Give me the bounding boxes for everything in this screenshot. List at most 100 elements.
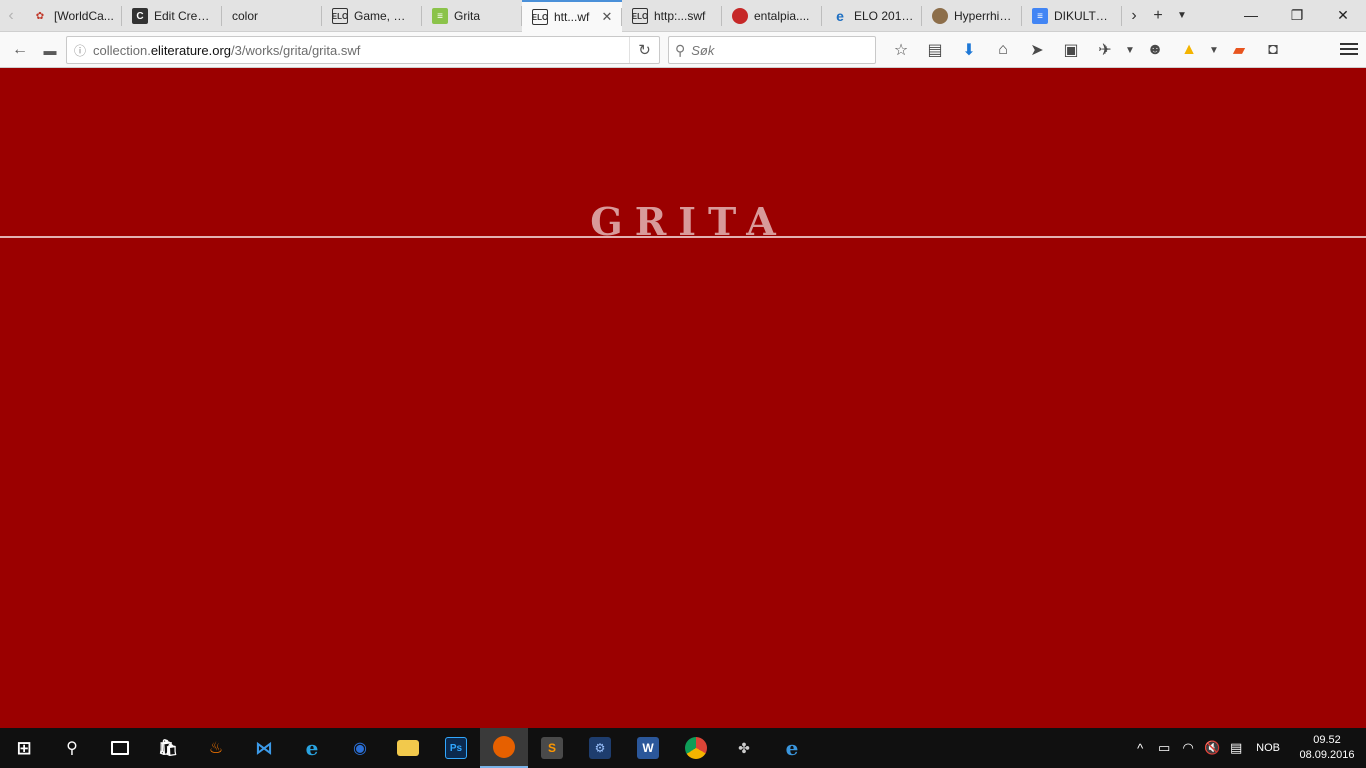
task-view-icon [111,741,129,755]
send-icon[interactable]: ➤ [1020,36,1054,64]
chrome-icon [685,737,707,759]
address-bar[interactable]: ⓘ collection.eliterature.org/3/works/gri… [66,36,660,64]
site-info-icon[interactable]: ⓘ [67,42,93,59]
taskbar-internet-explorer[interactable]: e [288,728,336,768]
screenshot-icon[interactable]: ▣ [1054,36,1088,64]
photoshop-icon: Ps [445,737,467,759]
notifications-icon[interactable]: ▤ [1224,740,1248,756]
store-icon: 🛍 [157,740,179,757]
back-icon[interactable]: ← [6,36,34,64]
tab-scroll-left-icon[interactable]: ‹ [0,0,22,31]
blue-globe-icon: ◉ [353,740,367,757]
brown-circle-icon [932,8,948,24]
reload-icon[interactable]: ↻ [629,37,659,63]
system-tray: ^ ▭ ◠ 🔇 ▤ NOB 09.52 08.09.2016 [1128,728,1366,768]
elo-icon: ELO [332,8,348,24]
tab-color[interactable]: color [222,0,322,32]
taskbar-store[interactable]: 🛍 [144,728,192,768]
close-tab-icon[interactable]: ✕ [600,9,614,25]
tab-entalpia[interactable]: entalpia.... [722,0,822,32]
search-button[interactable]: ⚲ [48,728,96,768]
library-icon[interactable]: ▬ [36,36,64,64]
tab-grita-swf-active[interactable]: ELO htt...wf ✕ [522,0,622,32]
flash-content[interactable]: GRITA [0,69,1366,728]
elo-icon: ELO [632,8,648,24]
drive-dropdown-icon[interactable]: ▼ [1206,36,1222,64]
extension-dropdown-icon[interactable]: ▼ [1122,36,1138,64]
reading-list-icon[interactable]: ▤ [918,36,952,64]
taskbar-edge[interactable]: e [768,728,816,768]
url-text[interactable]: collection.eliterature.org/3/works/grita… [93,43,629,58]
tab-elo-2017[interactable]: e ELO 2017 ... [822,0,922,32]
visual-studio-icon: ⋈ [255,737,273,758]
word-icon: W [637,737,659,759]
tab-edit-creat[interactable]: C Edit Creat... [122,0,222,32]
restore-icon[interactable]: ❐ [1274,0,1320,30]
tab-title: ELO 2017 ... [854,9,914,23]
tab-title: Game, Ga... [354,9,414,23]
home-icon[interactable]: ⌂ [986,36,1020,64]
tab-grita[interactable]: ≡ Grita [422,0,522,32]
flame-app-icon: ♨ [208,740,224,757]
taskbar-app-blue[interactable]: ◉ [336,728,384,768]
clock[interactable]: 09.52 08.09.2016 [1288,733,1366,763]
taskbar-app-flame[interactable]: ♨ [192,728,240,768]
input-language[interactable]: NOB [1248,742,1288,754]
tab-title: entalpia.... [754,9,810,23]
minimize-icon[interactable]: — [1228,0,1274,30]
extension-icon[interactable]: ✈ [1088,36,1122,64]
taskbar-firefox[interactable] [480,728,528,768]
tab-strip: ‹ ✿ [WorldCa... C Edit Creat... color EL… [0,0,1366,32]
bookmark-star-icon[interactable]: ☆ [884,36,918,64]
tab-title: DIKULT20... [1054,9,1114,23]
taskbar-word[interactable]: W [624,728,672,768]
tab-game[interactable]: ELO Game, Ga... [322,0,422,32]
tab-list: ✿ [WorldCa... C Edit Creat... color ELO … [22,0,1122,32]
firefox-icon [493,736,515,758]
task-view-button[interactable] [96,728,144,768]
start-button[interactable]: ⊞ [0,728,48,768]
tab-worldcat[interactable]: ✿ [WorldCa... [22,0,122,32]
navigation-bar: ← ▬ ⓘ collection.eliterature.org/3/works… [0,32,1366,68]
edge-icon: e [836,8,844,24]
tab-hyperrhiz[interactable]: Hyperrhiz... [922,0,1022,32]
menu-icon[interactable] [1340,40,1358,58]
pocket-icon[interactable]: ◘ [1256,36,1290,64]
tab-scroll-right-icon[interactable]: › [1122,0,1146,32]
show-hidden-icons-icon[interactable]: ^ [1128,741,1152,756]
new-tab-icon[interactable]: + [1146,0,1170,32]
battery-icon[interactable]: ▭ [1152,740,1176,756]
sublime-icon: S [541,737,563,759]
tab-title: http:...swf [654,9,706,23]
taskbar-app-ide[interactable]: ⚙ [576,728,624,768]
edit-page-icon: C [132,8,148,24]
windows-icon: ⊞ [16,737,32,758]
pen-extension-icon[interactable]: ▰ [1222,36,1256,64]
taskbar: ⊞ ⚲ 🛍 ♨ ⋈ e ◉ Ps S ⚙ W ✤ e ^ ▭ ◠ 🔇 ▤ NOB… [0,728,1366,768]
tab-http-swf[interactable]: ELO http:...swf [622,0,722,32]
tab-dikult[interactable]: ≡ DIKULT20... [1022,0,1122,32]
tab-title: [WorldCa... [54,9,114,23]
taskbar-app-bird[interactable]: ✤ [720,728,768,768]
chat-icon[interactable]: ☻ [1138,36,1172,64]
taskbar-sublime[interactable]: S [528,728,576,768]
clock-time: 09.52 [1313,734,1341,746]
taskbar-photoshop[interactable]: Ps [432,728,480,768]
downloads-icon[interactable]: ⬇ [952,36,986,64]
list-all-tabs-icon[interactable]: ▼ [1170,0,1194,32]
tab-title: Hyperrhiz... [954,9,1014,23]
close-window-icon[interactable]: ✕ [1320,0,1366,30]
taskbar-chrome[interactable] [672,728,720,768]
google-drive-icon[interactable]: ▲ [1172,36,1206,64]
bird-app-icon: ✤ [738,739,750,756]
title-rule [0,236,1366,238]
search-bar[interactable]: ⚲ [668,36,876,64]
search-input[interactable] [691,42,852,58]
volume-muted-icon[interactable]: 🔇 [1200,740,1224,756]
wifi-icon[interactable]: ◠ [1176,740,1200,756]
toolbar-icons: ☆ ▤ ⬇ ⌂ ➤ ▣ ✈ ▼ ☻ ▲ ▼ ▰ ◘ [884,36,1290,64]
taskbar-visual-studio[interactable]: ⋈ [240,728,288,768]
taskbar-file-explorer[interactable] [384,728,432,768]
worldcat-icon: ✿ [35,10,45,22]
edge-icon: e [785,736,799,760]
